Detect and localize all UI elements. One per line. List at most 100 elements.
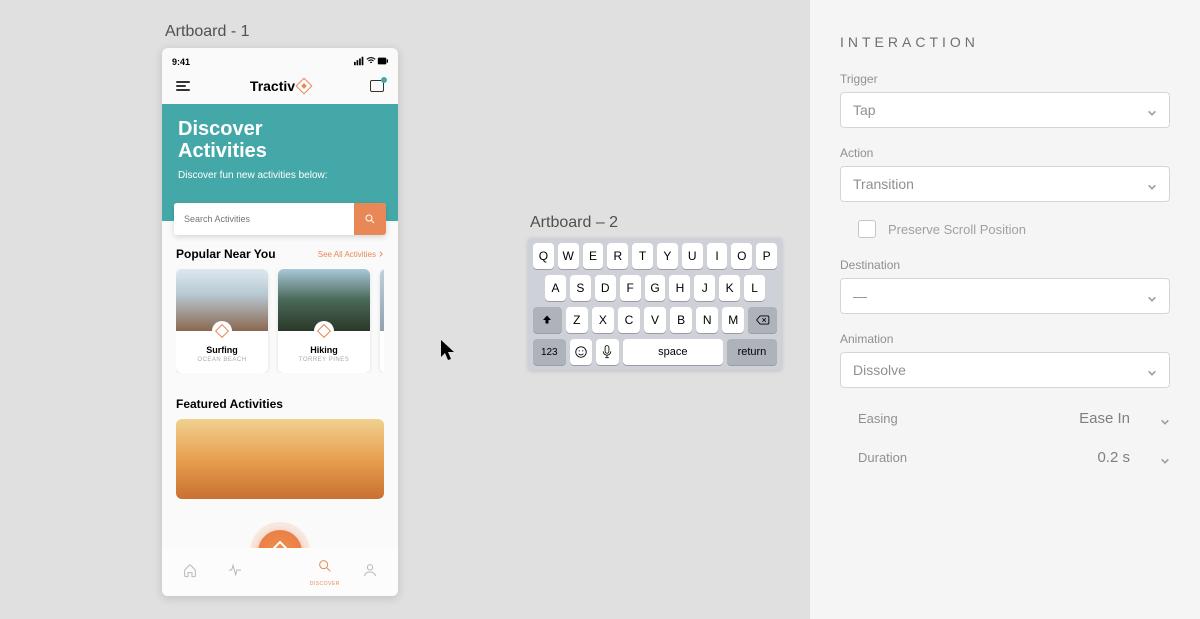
backspace-icon [756, 314, 770, 326]
search-icon [317, 558, 333, 574]
card-badge-icon [212, 321, 232, 341]
key-p[interactable]: P [756, 243, 777, 269]
card-name: Hiking [278, 345, 370, 355]
key-e[interactable]: E [583, 243, 604, 269]
shift-key[interactable] [533, 307, 562, 333]
duration-value: 0.2 s [1097, 449, 1130, 466]
easing-row[interactable]: Easing Ease In [840, 410, 1170, 427]
inbox-icon[interactable] [370, 80, 384, 92]
duration-label: Duration [858, 450, 907, 465]
artboard-1-label[interactable]: Artboard - 1 [165, 23, 249, 41]
action-select[interactable]: Transition [840, 166, 1170, 202]
chevron-right-icon [378, 251, 384, 257]
key-i[interactable]: I [707, 243, 728, 269]
artboard-2-keyboard[interactable]: QWERTYUIOP ASDFGHJKL ZXCVBNM 123 space r… [528, 238, 782, 370]
animation-label: Animation [840, 332, 1170, 346]
key-h[interactable]: H [669, 275, 690, 301]
status-icons [354, 56, 388, 68]
brand-logo: Tractiv [250, 78, 310, 94]
card-location: TORREY PINES [278, 357, 370, 363]
tab-discover[interactable]: DISCOVER [309, 558, 341, 587]
chevron-down-icon [1160, 414, 1170, 424]
card-image [380, 269, 384, 331]
key-b[interactable]: B [670, 307, 692, 333]
key-m[interactable]: M [722, 307, 744, 333]
action-label: Action [840, 146, 1170, 160]
key-c[interactable]: C [618, 307, 640, 333]
panel-title: INTERACTION [840, 34, 1170, 50]
cursor-icon [439, 338, 459, 362]
activity-card[interactable] [380, 269, 384, 373]
key-t[interactable]: T [632, 243, 653, 269]
see-all-link[interactable]: See All Activities [318, 250, 384, 259]
key-u[interactable]: U [682, 243, 703, 269]
key-d[interactable]: D [595, 275, 616, 301]
interaction-panel: INTERACTION Trigger Tap Action Transitio… [810, 0, 1200, 619]
mic-key[interactable] [596, 339, 619, 365]
key-z[interactable]: Z [566, 307, 588, 333]
preserve-scroll-checkbox[interactable] [858, 220, 876, 238]
tab-bar: DISCOVER [162, 548, 398, 596]
easing-value: Ease In [1079, 410, 1130, 427]
design-canvas[interactable]: Artboard - 1 Artboard – 2 9:41 Tractiv [0, 0, 810, 619]
return-key[interactable]: return [727, 339, 777, 365]
backspace-key[interactable] [748, 307, 777, 333]
menu-icon[interactable] [176, 81, 190, 91]
key-l[interactable]: L [744, 275, 765, 301]
artboard-1-phone[interactable]: 9:41 Tractiv DiscoverActivities Discover [162, 48, 398, 596]
tab-profile[interactable] [354, 562, 386, 583]
pulse-icon [227, 562, 243, 578]
key-f[interactable]: F [620, 275, 641, 301]
key-k[interactable]: K [719, 275, 740, 301]
key-a[interactable]: A [545, 275, 566, 301]
hero-title: DiscoverActivities [178, 118, 382, 162]
mic-icon [601, 345, 613, 359]
key-s[interactable]: S [570, 275, 591, 301]
emoji-icon [574, 345, 588, 359]
duration-row[interactable]: Duration 0.2 s [840, 449, 1170, 466]
chevron-down-icon [1160, 453, 1170, 463]
phone-status-bar: 9:41 [162, 48, 398, 72]
activity-card[interactable]: Hiking TORREY PINES [278, 269, 370, 373]
search-input[interactable] [174, 203, 354, 235]
phone-header: Tractiv [162, 72, 398, 104]
preserve-scroll-label: Preserve Scroll Position [888, 222, 1026, 237]
trigger-select[interactable]: Tap [840, 92, 1170, 128]
key-y[interactable]: Y [657, 243, 678, 269]
artboard-2-label[interactable]: Artboard – 2 [530, 214, 618, 232]
key-q[interactable]: Q [533, 243, 554, 269]
key-x[interactable]: X [592, 307, 614, 333]
destination-select[interactable]: — [840, 278, 1170, 314]
popular-section: Popular Near You See All Activities Surf… [162, 221, 398, 377]
key-n[interactable]: N [696, 307, 718, 333]
status-time: 9:41 [172, 57, 190, 67]
animation-select[interactable]: Dissolve [840, 352, 1170, 388]
space-key[interactable]: space [623, 339, 723, 365]
chevron-down-icon [1147, 179, 1157, 189]
key-r[interactable]: R [607, 243, 628, 269]
section-title: Popular Near You [176, 247, 276, 261]
numbers-key[interactable]: 123 [533, 339, 566, 365]
key-j[interactable]: J [694, 275, 715, 301]
search-bar[interactable] [174, 203, 386, 235]
search-icon [364, 213, 376, 225]
featured-title: Featured Activities [176, 397, 384, 411]
search-button[interactable] [354, 203, 386, 235]
tab-activity[interactable] [219, 562, 251, 583]
home-icon [182, 562, 198, 578]
tab-home[interactable] [174, 562, 206, 583]
key-w[interactable]: W [558, 243, 579, 269]
key-v[interactable]: V [644, 307, 666, 333]
hero-section: DiscoverActivities Discover fun new acti… [162, 104, 398, 221]
activity-card[interactable]: Surfing OCEAN BEACH [176, 269, 268, 373]
card-location: OCEAN BEACH [176, 357, 268, 363]
hero-subtitle: Discover fun new activities below: [178, 170, 382, 181]
user-icon [362, 562, 378, 578]
card-name: Surfing [176, 345, 268, 355]
key-g[interactable]: G [645, 275, 666, 301]
featured-image[interactable] [176, 419, 384, 499]
key-o[interactable]: O [731, 243, 752, 269]
preserve-scroll-row[interactable]: Preserve Scroll Position [858, 220, 1170, 238]
emoji-key[interactable] [570, 339, 593, 365]
destination-label: Destination [840, 258, 1170, 272]
